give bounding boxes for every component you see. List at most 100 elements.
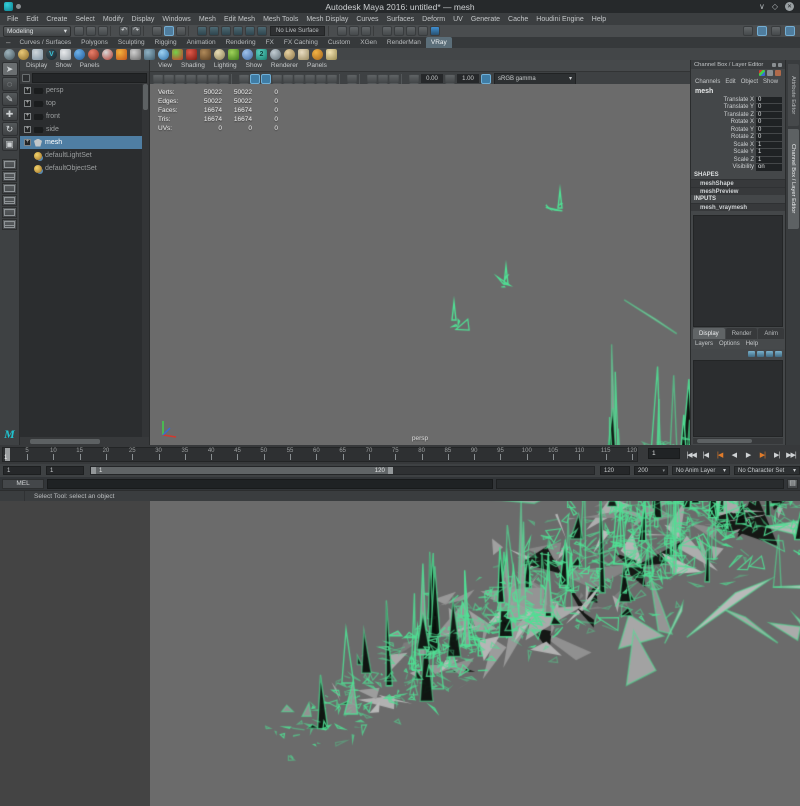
shelf-tab-animation[interactable]: Animation: [182, 37, 221, 48]
shelf-tab-vray[interactable]: VRay: [426, 37, 452, 48]
grease-pencil-icon[interactable]: [219, 74, 229, 84]
open-scene-icon[interactable]: [86, 26, 96, 36]
shelf-tab-renderman[interactable]: RenderMan: [382, 37, 426, 48]
range-slider-track[interactable]: 1 120: [90, 466, 595, 475]
animation-end-field[interactable]: 200 ▾: [634, 466, 668, 475]
outliner-horizontal-scrollbar[interactable]: [20, 437, 149, 445]
make-object-live-icon[interactable]: [257, 26, 267, 36]
range-end-handle[interactable]: [388, 467, 393, 474]
minimize-icon[interactable]: ∨: [759, 3, 765, 11]
camera-attributes-icon[interactable]: [175, 74, 185, 84]
textured-icon[interactable]: [261, 74, 271, 84]
color-management-icon[interactable]: [481, 74, 491, 84]
lock-camera-icon[interactable]: [164, 74, 174, 84]
outliner-item-front[interactable]: +front: [20, 110, 142, 123]
title-bar[interactable]: Autodesk Maya 2016: untitled* — mesh ∨◇✕: [0, 0, 800, 14]
vray-globe-icon[interactable]: [74, 49, 85, 60]
outliner-item-defaultobjectset[interactable]: defaultObjectSet: [20, 162, 142, 175]
vray-spline-icon[interactable]: 2: [256, 49, 267, 60]
layer-menu-help[interactable]: Help: [746, 341, 758, 347]
expander-icon[interactable]: +: [24, 126, 31, 133]
playback-start-field[interactable]: 1: [46, 466, 84, 475]
go-to-start-button[interactable]: |◀◀: [684, 451, 698, 459]
shelf-tab-curves-surfaces[interactable]: Curves / Surfaces: [14, 37, 76, 48]
shelf-tab-polygons[interactable]: Polygons: [76, 37, 113, 48]
attribute-value-field[interactable]: 0: [756, 119, 782, 126]
expander-icon[interactable]: +: [24, 113, 31, 120]
vray-dome-light-icon[interactable]: [284, 49, 295, 60]
layer-toggle-visibility-icon[interactable]: [748, 351, 755, 357]
attribute-value-field[interactable]: 0: [756, 97, 782, 104]
snap-to-curve-icon[interactable]: [209, 26, 219, 36]
toggle-tool-settings-icon[interactable]: [771, 26, 781, 36]
layout-preset-persp-outliner-layout[interactable]: [2, 183, 17, 194]
toggle-modeling-toolkit-icon[interactable]: [743, 26, 753, 36]
use-all-lights-icon[interactable]: [272, 74, 282, 84]
move-tool[interactable]: ✚: [2, 107, 18, 121]
panel-menu-panels[interactable]: Panels: [307, 62, 327, 69]
pan-zoom-icon[interactable]: [208, 74, 218, 84]
manip-axis-icon[interactable]: [759, 70, 765, 76]
shelf-tab-fx-caching[interactable]: FX Caching: [279, 37, 323, 48]
depth-of-field-icon[interactable]: [327, 74, 337, 84]
toggle-channel-box-icon[interactable]: [785, 26, 795, 36]
snap-to-grid-icon[interactable]: [197, 26, 207, 36]
layer-editor-scrollbar[interactable]: [693, 438, 783, 444]
playback-end-field[interactable]: 120: [600, 466, 630, 475]
shelf-tab-fx[interactable]: FX: [261, 37, 279, 48]
channel-box-header[interactable]: Channel Box / Layer Editor: [691, 60, 785, 69]
channel-box-object-name[interactable]: mesh: [691, 86, 785, 96]
current-frame-field[interactable]: 1: [648, 448, 680, 459]
save-scene-icon[interactable]: [98, 26, 108, 36]
menu-mesh-tools[interactable]: Mesh Tools: [259, 16, 302, 23]
menu-surfaces[interactable]: Surfaces: [383, 16, 419, 23]
vray-sphere-orange-icon[interactable]: [312, 49, 323, 60]
layer-menu-options[interactable]: Options: [719, 341, 740, 347]
anim-layer-dropdown[interactable]: No Anim Layer ▾: [672, 466, 730, 475]
vray-fur-box-icon[interactable]: [200, 49, 211, 60]
outliner-vertical-scrollbar[interactable]: [142, 84, 149, 437]
layout-preset-persp-uv-layout[interactable]: [2, 219, 17, 230]
toggle-attribute-editor-icon[interactable]: [757, 26, 767, 36]
character-set-dropdown[interactable]: No Character Set ▾: [734, 466, 800, 475]
pin-icon[interactable]: [778, 63, 782, 67]
menu-mesh[interactable]: Mesh: [195, 16, 220, 23]
image-plane-icon[interactable]: [197, 74, 207, 84]
new-scene-icon[interactable]: [74, 26, 84, 36]
menu-edit[interactable]: Edit: [22, 16, 42, 23]
attribute-value-field[interactable]: 0: [756, 104, 782, 111]
layer-toggle-playback-icon[interactable]: [757, 351, 764, 357]
menu-display[interactable]: Display: [127, 16, 158, 23]
shaded-icon[interactable]: [250, 74, 260, 84]
live-surface-field[interactable]: No Live Surface: [270, 26, 325, 36]
layer-tab-display[interactable]: Display: [693, 328, 725, 339]
layer-tab-render[interactable]: Render: [726, 328, 758, 339]
vray-proxy-box-icon[interactable]: [144, 49, 155, 60]
attribute-value-field[interactable]: 1: [756, 142, 782, 149]
select-by-component-icon[interactable]: [176, 26, 186, 36]
pin-icon[interactable]: [16, 4, 21, 9]
gate-mask-icon[interactable]: [389, 74, 399, 84]
multisample-aa-icon[interactable]: [316, 74, 326, 84]
layout-preset-hypershade-persp-layout[interactable]: [2, 207, 17, 218]
channel-box-menu-object[interactable]: Object: [741, 79, 758, 85]
attribute-value-field[interactable]: 0: [756, 127, 782, 134]
vray-infinite-plane-icon[interactable]: [130, 49, 141, 60]
panel-menu-lighting[interactable]: Lighting: [214, 62, 237, 69]
menu-curves[interactable]: Curves: [352, 16, 382, 23]
wireframe-icon[interactable]: [239, 74, 249, 84]
outliner-item-side[interactable]: +side: [20, 123, 142, 136]
outliner-filter-input[interactable]: [32, 73, 147, 83]
vray-material-sphere-icon[interactable]: [4, 49, 15, 60]
render-sequence-icon[interactable]: [406, 26, 416, 36]
vray-flame-icon[interactable]: [116, 49, 127, 60]
expander-icon[interactable]: +: [24, 139, 31, 146]
time-slider-track[interactable]: 1 51015202530354045505560657075808590951…: [2, 447, 638, 462]
hypershade-icon[interactable]: [418, 26, 428, 36]
edit-manip-icon[interactable]: [775, 70, 781, 76]
isolate-select-icon[interactable]: [347, 74, 357, 84]
menu-uv[interactable]: UV: [449, 16, 467, 23]
shelf-tab-custom[interactable]: Custom: [323, 37, 355, 48]
lasso-tool[interactable]: ◌: [2, 77, 18, 91]
menu-houdini-engine[interactable]: Houdini Engine: [532, 16, 587, 23]
